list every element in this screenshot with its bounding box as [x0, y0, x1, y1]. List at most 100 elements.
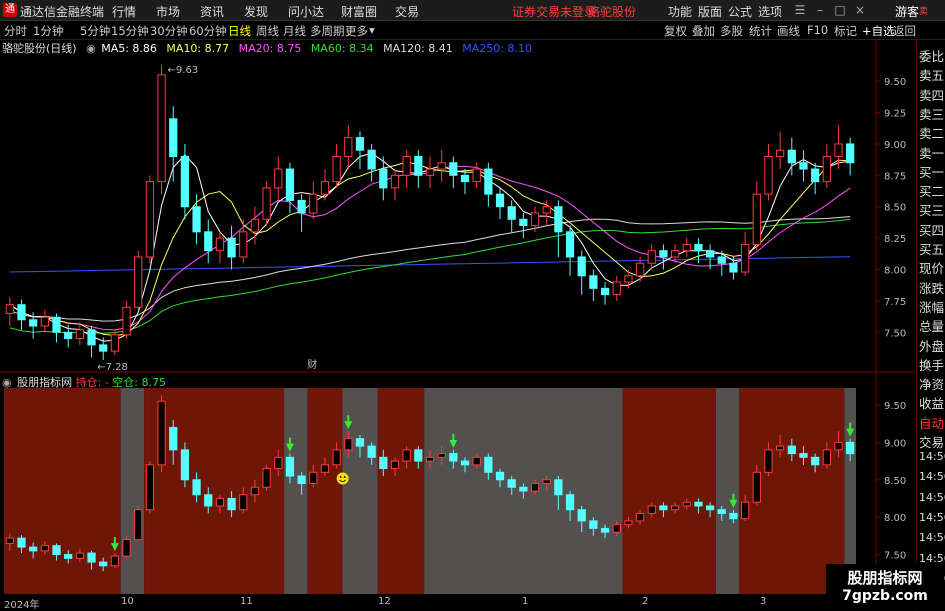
main-candle [157, 74, 166, 183]
kline-chart[interactable]: 9.50 9.25 9.00 8.75 8.50 8.25 8.00 7.75 7.50 9.50… [0, 40, 916, 596]
ind-candle [846, 441, 855, 455]
menu-caifuquan[interactable]: 财富圈 [341, 3, 377, 20]
menu-hangqing[interactable]: 行情 [112, 3, 136, 20]
tab-fenshi[interactable]: 分时 [4, 23, 27, 39]
menu-faxian[interactable]: 发现 [244, 3, 268, 20]
tab-more[interactable]: 更多 [345, 23, 368, 39]
date-label: 1 [522, 596, 529, 607]
main-candle [192, 206, 201, 233]
ind-candle [635, 512, 645, 522]
main-candle [5, 304, 14, 314]
menu-shichang[interactable]: 市场 [156, 3, 180, 20]
main-candle [437, 162, 446, 170]
tab-daily[interactable]: 日线 [228, 23, 251, 39]
axis-label: 8.50 [884, 203, 906, 214]
panel-label[interactable]: 交易 [919, 432, 944, 451]
ind-candle [344, 438, 353, 451]
smiley-icon [339, 476, 342, 478]
menu-icon[interactable]: ☰ [792, 2, 808, 18]
ind-candle [647, 505, 656, 514]
ind-candle [565, 494, 575, 511]
menu-gongneng[interactable]: 功能 [668, 3, 692, 20]
add-watchlist-button[interactable]: +自选 [862, 23, 895, 39]
ind-candle [530, 483, 540, 492]
panel-label: 买四 [919, 222, 945, 238]
tool-f10[interactable]: F10 [807, 23, 828, 37]
main-candle [612, 281, 621, 296]
main-candle [752, 193, 761, 245]
tool-biaoji[interactable]: 标记 [834, 23, 857, 39]
trade-time: 14:56 [919, 531, 945, 545]
main-candle [449, 162, 458, 176]
back-button[interactable]: 返回 [893, 23, 916, 39]
tab-15min[interactable]: 15分钟 [111, 23, 149, 39]
ind-candle [460, 460, 470, 466]
menu-xuanxiang[interactable]: 选项 [758, 3, 782, 20]
tool-diejia[interactable]: 叠加 [692, 23, 715, 39]
maximize-icon[interactable]: □ [832, 2, 848, 18]
menu-gongshi[interactable]: 公式 [728, 3, 752, 20]
panel-label[interactable]: 自动 [919, 413, 944, 432]
trade-time: 14:56 [919, 490, 945, 504]
panel-label: 卖二 [919, 126, 945, 142]
axis-label: 7.50 [884, 551, 906, 562]
period-toolbar: 分时 1分钟 5分钟 15分钟 30分钟 60分钟 日线 周线 月线 多周期 更… [0, 21, 945, 40]
indicator-zone [120, 388, 145, 594]
close-icon[interactable]: × [852, 2, 868, 18]
tool-tongji[interactable]: 统计 [749, 23, 772, 39]
menu-wenxiaoda[interactable]: 问小达 [288, 3, 324, 20]
ind-candle [40, 545, 49, 552]
main-candle [705, 250, 715, 258]
tab-weekly[interactable]: 周线 [256, 23, 279, 39]
ind-candle [670, 505, 680, 511]
ind-candle [811, 456, 820, 466]
main-candle [75, 329, 84, 340]
ind-candle [694, 501, 703, 507]
menu-banmian[interactable]: 版面 [698, 3, 722, 20]
tab-5min[interactable]: 5分钟 [80, 23, 110, 39]
main-candle [741, 243, 750, 273]
minimize-icon[interactable]: – [812, 2, 828, 18]
tool-huaxian[interactable]: 画线 [777, 23, 800, 39]
ind-candle [262, 468, 271, 488]
tab-1min[interactable]: 1分钟 [33, 23, 63, 39]
trade-time: 14:56 [919, 450, 945, 463]
tab-30min[interactable]: 30分钟 [150, 23, 188, 39]
panel-header: 卖 [919, 7, 929, 17]
tool-fuquan[interactable]: 复权 [664, 23, 687, 39]
tool-duogu[interactable]: 多股 [720, 23, 743, 39]
ind-candle [274, 456, 283, 470]
ind-candle [309, 471, 318, 485]
main-candle [472, 168, 481, 183]
ind-candle [600, 527, 610, 533]
menu-jiaoyi[interactable]: 交易 [395, 3, 419, 20]
main-candle [519, 218, 528, 227]
chevron-down-icon[interactable]: ▾ [369, 23, 375, 37]
main-candle [355, 137, 365, 151]
date-label: 12 [378, 596, 391, 607]
ind-candle [110, 555, 119, 567]
panel-label: 卖四 [919, 87, 945, 103]
panel-label: 净资 [919, 377, 945, 393]
ind-candle [705, 505, 715, 511]
main-candle [565, 231, 575, 258]
info-toggle-icon[interactable]: ◉ [86, 42, 96, 55]
main-candle [309, 193, 318, 214]
tab-multi-period[interactable]: 多周期 [310, 23, 345, 39]
main-candle [635, 262, 645, 277]
ma250-value: MA250: 8.10 [462, 42, 533, 55]
indicator-toggle-icon[interactable]: ◉ [2, 376, 12, 389]
ma10-value: MA10: 8.77 [166, 42, 230, 55]
indicator-zone [377, 388, 425, 594]
trade-time: 14:56 [919, 551, 945, 565]
ind-candle [741, 501, 750, 520]
menu-zixun[interactable]: 资讯 [200, 3, 224, 20]
ind-candle [122, 539, 131, 557]
tab-60min[interactable]: 60分钟 [189, 23, 227, 39]
guest-label[interactable]: 游客 [895, 3, 919, 20]
ind-candle [414, 449, 423, 462]
main-candle [332, 155, 341, 183]
indicator-name: 股朋指标网 [17, 376, 73, 389]
login-status[interactable]: 证券交易未登录 [512, 3, 596, 20]
tab-monthly[interactable]: 月线 [283, 23, 306, 39]
